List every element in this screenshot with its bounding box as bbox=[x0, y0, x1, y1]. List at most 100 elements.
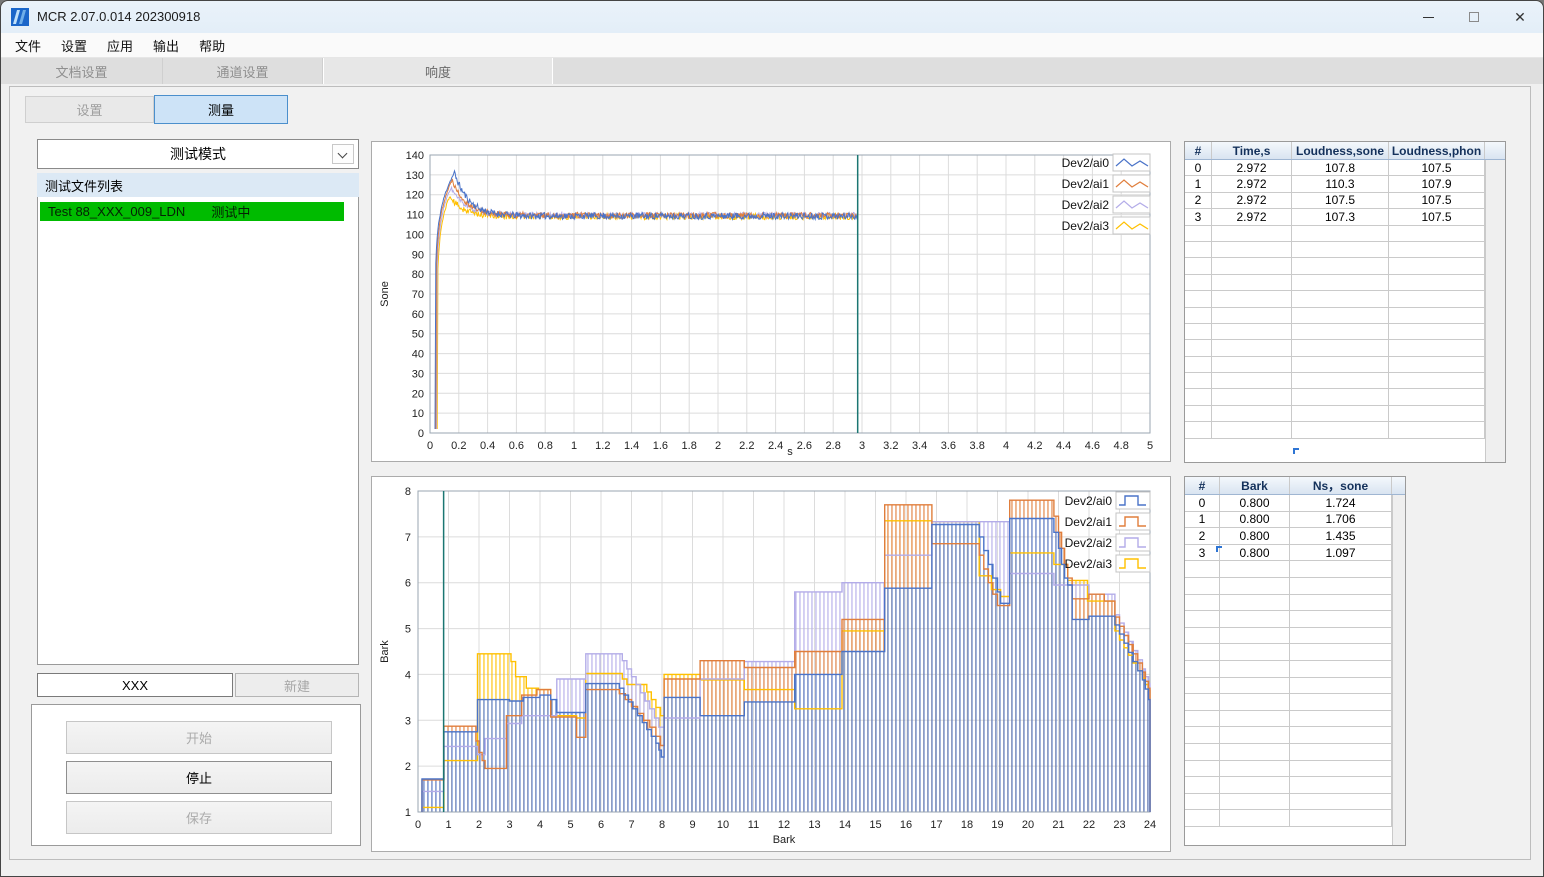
table-row[interactable] bbox=[1185, 777, 1405, 794]
table-cell[interactable] bbox=[1220, 594, 1290, 611]
table-cell[interactable] bbox=[1389, 389, 1485, 405]
table-cell[interactable] bbox=[1185, 241, 1212, 258]
table-cell[interactable] bbox=[1290, 710, 1392, 727]
table-cell[interactable] bbox=[1389, 291, 1485, 307]
table-cell[interactable] bbox=[1290, 594, 1392, 611]
table-cell[interactable] bbox=[1292, 405, 1389, 422]
menu-item-2[interactable]: 应用 bbox=[97, 33, 143, 58]
table-cell[interactable] bbox=[1212, 258, 1292, 274]
table-cell[interactable] bbox=[1220, 561, 1290, 577]
table-cell[interactable]: 2.972 bbox=[1212, 192, 1292, 209]
table-cell[interactable] bbox=[1185, 677, 1220, 694]
table-cell[interactable] bbox=[1185, 561, 1220, 577]
column-header[interactable]: Bark bbox=[1220, 477, 1290, 494]
test-mode-select[interactable]: 测试模式 bbox=[37, 139, 359, 169]
new-button[interactable]: 新建 bbox=[235, 673, 359, 697]
table-row[interactable] bbox=[1185, 727, 1405, 744]
table-row[interactable]: 2 0.800 1.435 bbox=[1185, 528, 1405, 545]
table-row[interactable]: 3 2.972 107.3 107.5 bbox=[1185, 209, 1505, 226]
table-cell[interactable] bbox=[1389, 373, 1485, 389]
table-cell[interactable] bbox=[1185, 307, 1212, 323]
table-cell[interactable] bbox=[1185, 644, 1220, 660]
table-cell[interactable] bbox=[1185, 793, 1220, 810]
table-cell[interactable] bbox=[1220, 760, 1290, 777]
table-cell[interactable] bbox=[1185, 694, 1220, 710]
column-header[interactable]: Loudness,sone bbox=[1292, 142, 1389, 159]
table-cell[interactable] bbox=[1185, 225, 1212, 241]
table-cell[interactable] bbox=[1185, 422, 1212, 438]
table-row[interactable] bbox=[1185, 389, 1505, 406]
table-cell[interactable]: 107.5 bbox=[1389, 209, 1485, 225]
close-button[interactable]: ✕ bbox=[1497, 1, 1543, 33]
table-cell[interactable]: 107.9 bbox=[1389, 176, 1485, 192]
table-cell[interactable] bbox=[1389, 356, 1485, 373]
table-cell[interactable] bbox=[1212, 356, 1292, 373]
table-cell[interactable] bbox=[1185, 710, 1220, 727]
tab-1[interactable]: 通道设置 bbox=[163, 58, 323, 84]
table-cell[interactable]: 0.800 bbox=[1220, 528, 1290, 544]
table-cell[interactable] bbox=[1185, 627, 1220, 644]
table-cell[interactable]: 3 bbox=[1185, 544, 1220, 561]
table-cell[interactable] bbox=[1292, 291, 1389, 307]
table-row[interactable]: 2 2.972 107.5 107.5 bbox=[1185, 192, 1505, 210]
table-cell[interactable] bbox=[1185, 577, 1220, 594]
table-cell[interactable] bbox=[1292, 422, 1389, 438]
table-cell[interactable] bbox=[1185, 777, 1220, 793]
table-cell[interactable]: 2 bbox=[1185, 528, 1220, 544]
table-cell[interactable] bbox=[1185, 258, 1212, 274]
table-cell[interactable] bbox=[1290, 577, 1392, 594]
menu-item-4[interactable]: 帮助 bbox=[189, 33, 235, 58]
table-cell[interactable] bbox=[1292, 258, 1389, 274]
table-cell[interactable]: 0.800 bbox=[1220, 495, 1290, 511]
table-cell[interactable] bbox=[1220, 777, 1290, 793]
table-cell[interactable] bbox=[1290, 561, 1392, 577]
tab-0[interactable]: 文档设置 bbox=[1, 58, 163, 84]
table-cell[interactable]: 107.3 bbox=[1292, 209, 1389, 225]
table-row[interactable] bbox=[1185, 356, 1505, 374]
table-row[interactable] bbox=[1185, 577, 1405, 595]
table-cell[interactable] bbox=[1389, 225, 1485, 241]
table-cell[interactable] bbox=[1220, 793, 1290, 810]
table-cell[interactable] bbox=[1290, 760, 1392, 777]
table-cell[interactable] bbox=[1220, 710, 1290, 727]
table-cell[interactable] bbox=[1292, 340, 1389, 356]
loudness-results-table[interactable]: # Time,s Loudness,sone Loudness,phon 0 2.972 1… bbox=[1184, 141, 1506, 463]
table-row[interactable]: 1 0.800 1.706 bbox=[1185, 511, 1405, 529]
stop-button[interactable]: 停止 bbox=[66, 761, 332, 794]
table-cell[interactable]: 1.097 bbox=[1290, 544, 1392, 561]
table-cell[interactable]: 2.972 bbox=[1212, 209, 1292, 225]
table-cell[interactable] bbox=[1292, 356, 1389, 373]
table-row[interactable] bbox=[1185, 274, 1505, 292]
table-cell[interactable] bbox=[1292, 307, 1389, 323]
table-row[interactable] bbox=[1185, 793, 1405, 811]
table-row[interactable] bbox=[1185, 760, 1405, 778]
test-file-list[interactable]: Test 88_XXX_009_LDN 测试中 bbox=[37, 197, 359, 665]
table-cell[interactable] bbox=[1220, 810, 1290, 826]
table-cell[interactable] bbox=[1185, 760, 1220, 777]
table-cell[interactable] bbox=[1389, 241, 1485, 258]
table-cell[interactable] bbox=[1389, 258, 1485, 274]
table-row[interactable] bbox=[1185, 373, 1505, 390]
table-cell[interactable] bbox=[1212, 389, 1292, 405]
bark-results-table[interactable]: # Bark Ns，sone 0 0.800 1.724 1 0.800 1.706 2 0.800… bbox=[1184, 476, 1406, 846]
table-cell[interactable] bbox=[1220, 660, 1290, 677]
table-row[interactable]: 0 0.800 1.724 bbox=[1185, 495, 1405, 512]
table-row[interactable] bbox=[1185, 405, 1505, 423]
tab-2[interactable]: 响度 bbox=[323, 58, 553, 84]
menu-item-0[interactable]: 文件 bbox=[5, 33, 51, 58]
table-cell[interactable] bbox=[1185, 594, 1220, 611]
table-cell[interactable] bbox=[1292, 389, 1389, 405]
table-cell[interactable] bbox=[1212, 422, 1292, 438]
table-cell[interactable] bbox=[1290, 777, 1392, 793]
maximize-button[interactable] bbox=[1451, 1, 1497, 33]
table-cell[interactable] bbox=[1185, 660, 1220, 677]
table-cell[interactable]: 0 bbox=[1185, 495, 1220, 511]
table-cell[interactable] bbox=[1185, 323, 1212, 340]
table-cell[interactable] bbox=[1389, 323, 1485, 340]
table-cell[interactable] bbox=[1220, 577, 1290, 594]
table-row[interactable] bbox=[1185, 660, 1405, 678]
table-cell[interactable]: 107.5 bbox=[1292, 192, 1389, 209]
start-button[interactable]: 开始 bbox=[66, 721, 332, 754]
table-cell[interactable] bbox=[1220, 727, 1290, 743]
table-row[interactable] bbox=[1185, 677, 1405, 695]
